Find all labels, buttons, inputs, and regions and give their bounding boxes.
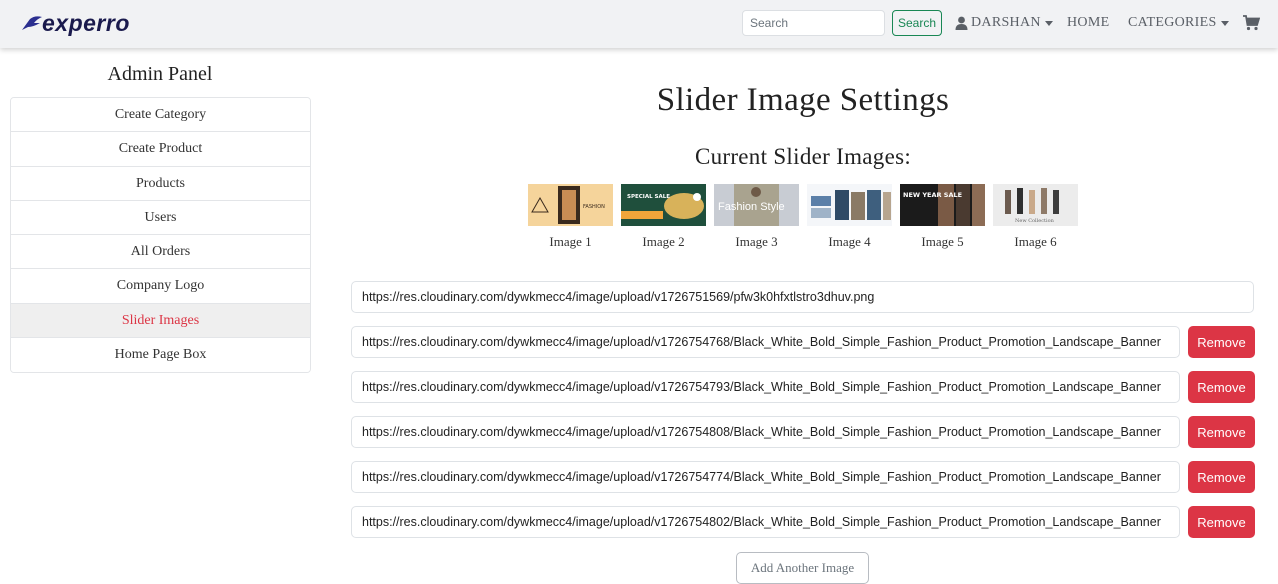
thumbnail-6-caption: New Collection	[1015, 218, 1055, 224]
thumbnail-label: Image 6	[1014, 234, 1057, 249]
nav-categories-label: CATEGORIES	[1128, 15, 1217, 30]
slider-url-input[interactable]: https://res.cloudinary.com/dywkmecc4/ima…	[351, 416, 1180, 448]
remove-button[interactable]: Remove	[1188, 326, 1255, 358]
thumbnail-1-caption: FASHION	[583, 204, 605, 210]
sidebar-item-company-logo[interactable]: Company Logo	[11, 269, 310, 304]
sidebar-title: Admin Panel	[107, 63, 213, 85]
slider-image-3: Fashion Style	[714, 184, 799, 226]
sidebar-item-create-product[interactable]: Create Product	[11, 132, 310, 167]
slider-url-input[interactable]: https://res.cloudinary.com/dywkmecc4/ima…	[351, 281, 1254, 313]
slider-image-5: NEW YEAR SALE	[900, 184, 985, 226]
sidebar-menu: Create Category Create Product Products …	[10, 97, 311, 374]
slider-url-row: https://res.cloudinary.com/dywkmecc4/ima…	[351, 371, 1255, 403]
slider-thumbnail: Image 4	[807, 184, 892, 250]
thumbnail-5-caption: NEW YEAR SALE	[903, 191, 962, 199]
slider-thumbnail: SPECIAL SALE Image 2	[621, 184, 706, 250]
section-title: Current Slider Images:	[694, 144, 912, 169]
remove-button[interactable]: Remove	[1188, 506, 1255, 538]
slider-image-6: New Collection	[993, 184, 1078, 226]
nav-home-label: HOME	[1067, 15, 1110, 30]
brand-logo[interactable]: experro	[20, 10, 130, 37]
thumbnail-label: Image 5	[921, 234, 964, 249]
slider-url-input[interactable]: https://res.cloudinary.com/dywkmecc4/ima…	[351, 506, 1180, 538]
slider-url-input[interactable]: https://res.cloudinary.com/dywkmecc4/ima…	[351, 326, 1180, 358]
slider-image-2: SPECIAL SALE	[621, 184, 706, 226]
slider-url-row: https://res.cloudinary.com/dywkmecc4/ima…	[351, 281, 1254, 313]
user-name: DARSHAN	[971, 15, 1041, 30]
slider-url-input[interactable]: https://res.cloudinary.com/dywkmecc4/ima…	[351, 371, 1180, 403]
remove-button[interactable]: Remove	[1188, 371, 1255, 403]
slider-url-row: https://res.cloudinary.com/dywkmecc4/ima…	[351, 461, 1255, 493]
sidebar-item-create-category[interactable]: Create Category	[11, 98, 310, 133]
slider-thumbnail: NEW YEAR SALE Image 5	[900, 184, 985, 250]
add-image-button[interactable]: Add Another Image	[736, 552, 869, 584]
search-input[interactable]	[742, 10, 885, 36]
remove-button[interactable]: Remove	[1188, 416, 1255, 448]
slider-image-1: FASHION	[528, 184, 613, 226]
sidebar-item-products[interactable]: Products	[11, 166, 310, 201]
slider-thumbnails: FASHION Image 1 SPECIAL SALE Image 2 Fas…	[528, 184, 1078, 250]
sidebar-item-users[interactable]: Users	[11, 200, 310, 236]
sidebar-item-all-orders[interactable]: All Orders	[11, 235, 310, 270]
thumbnail-label: Image 1	[549, 234, 592, 249]
slider-url-row: https://res.cloudinary.com/dywkmecc4/ima…	[351, 506, 1255, 538]
thumbnail-label: Image 2	[642, 234, 685, 249]
thumbnail-2-caption: SPECIAL SALE	[627, 194, 670, 200]
slider-url-row: https://res.cloudinary.com/dywkmecc4/ima…	[351, 326, 1255, 358]
slider-thumbnail: New Collection Image 6	[993, 184, 1078, 250]
slider-thumbnail: FASHION Image 1	[528, 184, 613, 250]
slider-url-row: https://res.cloudinary.com/dywkmecc4/ima…	[351, 416, 1255, 448]
sidebar-item-slider-images[interactable]: Slider Images	[11, 303, 310, 339]
brand-name: experro	[42, 10, 130, 36]
experro-logo-icon	[22, 15, 42, 30]
cart-icon[interactable]	[1243, 15, 1260, 31]
slider-image-4	[807, 184, 892, 226]
remove-button[interactable]: Remove	[1188, 461, 1255, 493]
user-menu[interactable]: DARSHAN	[955, 15, 1053, 31]
search-button[interactable]: Search	[892, 10, 942, 36]
navbar: experro Search DARSHAN HOME CATEGORIES	[0, 0, 1278, 48]
caret-down-icon	[1220, 20, 1229, 26]
sidebar-item-home-page-box[interactable]: Home Page Box	[11, 338, 310, 373]
user-icon	[955, 16, 968, 30]
nav-categories-dropdown[interactable]: CATEGORIES	[1128, 15, 1229, 31]
caret-down-icon	[1044, 20, 1053, 26]
thumbnail-3-caption: Fashion Style	[718, 201, 785, 213]
slider-thumbnail: Fashion Style Image 3	[714, 184, 799, 250]
thumbnail-label: Image 3	[735, 234, 778, 249]
nav-home-link[interactable]: HOME	[1067, 15, 1109, 31]
slider-url-input[interactable]: https://res.cloudinary.com/dywkmecc4/ima…	[351, 461, 1180, 493]
thumbnail-label: Image 4	[828, 234, 871, 249]
page-title: Slider Image Settings	[656, 82, 950, 118]
